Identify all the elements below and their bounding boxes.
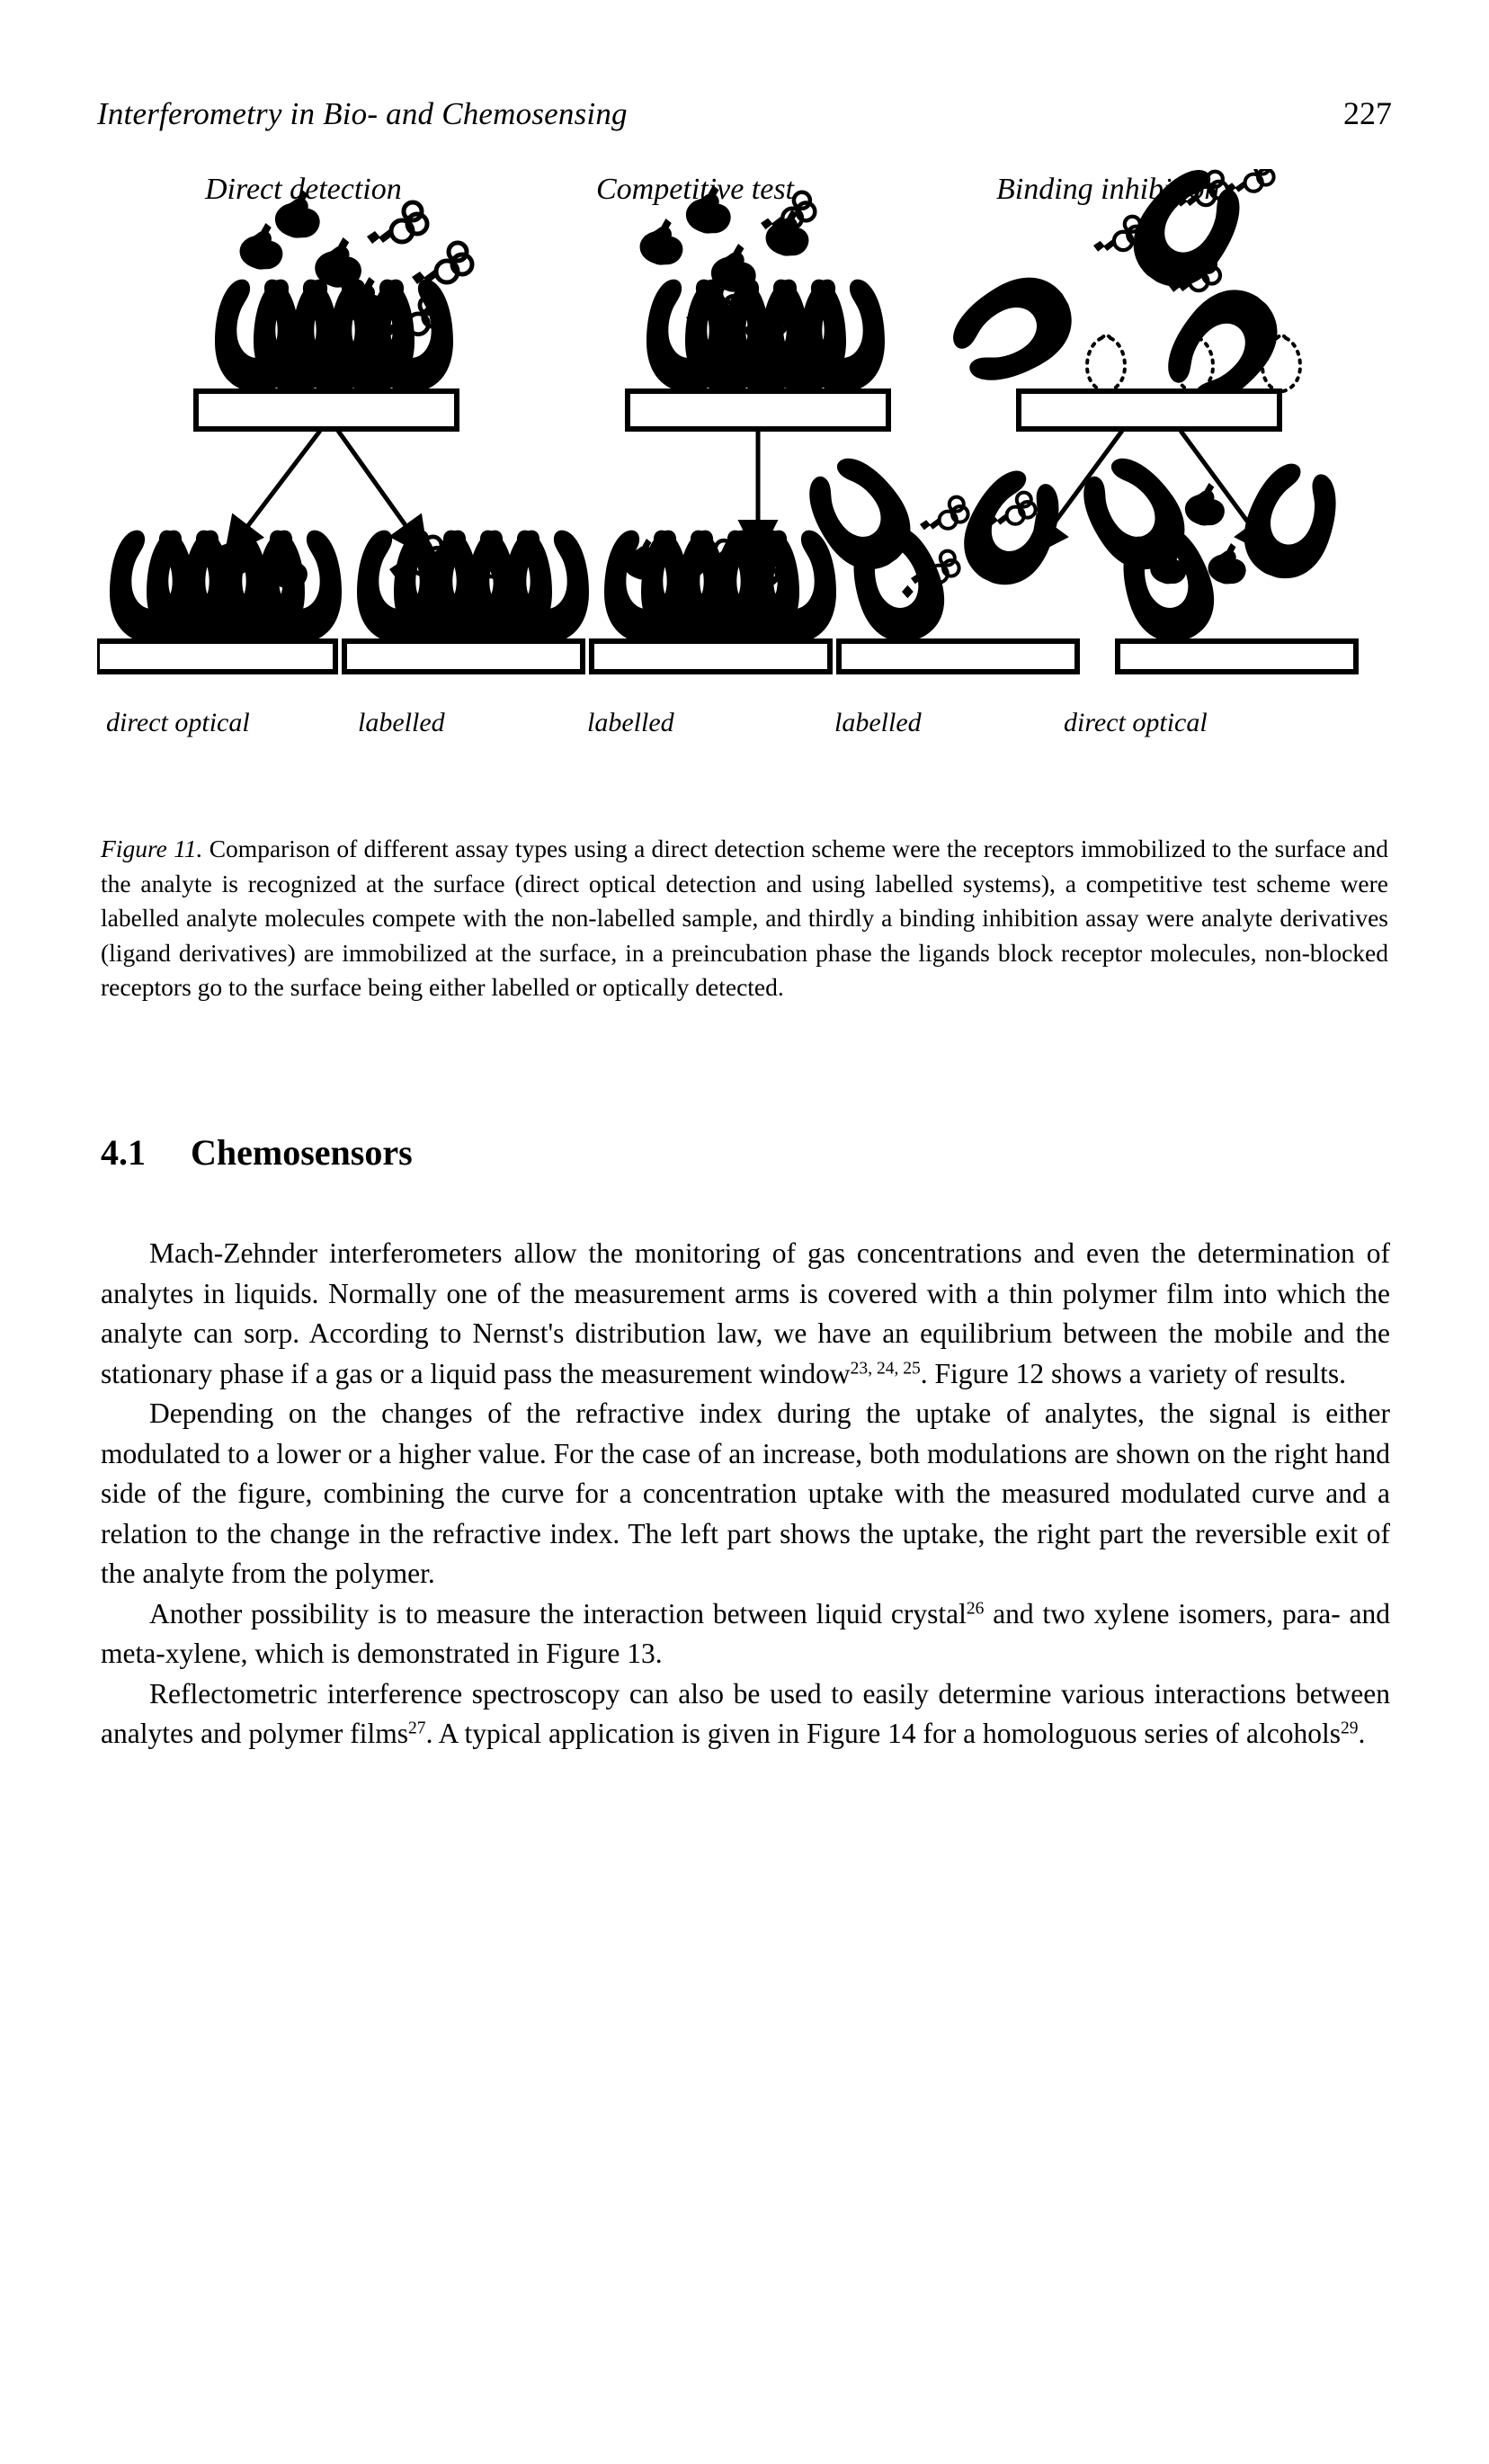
panel-labelled-2 [589,530,836,674]
figure-caption-label: Figure 11. [101,835,203,862]
reference-superscript: 29 [1341,1719,1359,1738]
figure-bottom-label-4: labelled [834,708,923,737]
figure-caption-text: Comparison of different assay types usin… [101,835,1388,1001]
body-text: Mach-Zehnder interferometers allow the m… [101,1234,1390,1754]
para-liquid-crystal: Another possibility is to measure the in… [101,1597,1390,1670]
panel-labelled-1 [342,530,589,674]
page-number: 227 [1343,95,1392,131]
section-number: 4.1 [101,1132,146,1173]
column-direct-detection [193,190,472,558]
para-reflectometric: Reflectometric interference spectroscopy… [101,1677,1390,1750]
para-mach-zehnder: Mach-Zehnder interferometers allow the m… [101,1237,1390,1389]
section-title: Chemosensors [191,1132,413,1173]
figure-bottom-label-1: direct optical [106,708,250,737]
para-refractive-index: Depending on the changes of the refracti… [101,1397,1390,1589]
running-head-title: Interferometry in Bio- and Chemosensing [97,96,628,131]
running-head: Interferometry in Bio- and Chemosensing … [97,94,1392,132]
reference-superscript: 23, 24, 25 [850,1358,921,1378]
section-heading: 4.1 Chemosensors [101,1131,1386,1174]
assay-scheme-diagram: Direct detection Competitive test Bindin… [97,169,1359,737]
figure-11-graphic: Direct detection Competitive test Bindin… [97,169,1396,799]
figure-bottom-label-5: direct optical [1064,708,1208,737]
panel-direct-optical-left [97,530,342,674]
figure-bottom-label-3: labelled [587,708,675,737]
panel-direct-optical-right [1067,444,1359,674]
panel-labelled-3 [793,444,1080,674]
column-competitive-test [625,185,891,560]
figure-caption: Figure 11. Comparison of different assay… [101,832,1388,1005]
reference-superscript: 26 [966,1598,985,1618]
figure-bottom-label-2: labelled [358,708,446,737]
document-page: Interferometry in Bio- and Chemosensing … [0,0,1489,2464]
reference-superscript: 27 [408,1719,426,1738]
